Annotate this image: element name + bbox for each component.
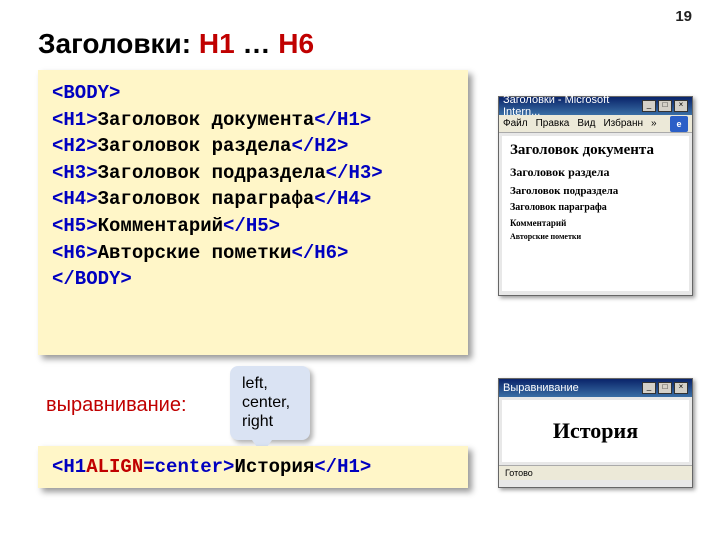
rendered-h5: Комментарий bbox=[510, 218, 681, 228]
maximize-icon[interactable]: □ bbox=[658, 100, 672, 112]
menu-more[interactable]: » bbox=[651, 118, 657, 129]
rendered-centered-h1: История bbox=[553, 418, 638, 444]
page-number: 19 bbox=[675, 8, 692, 25]
browser1-content: Заголовок документа Заголовок раздела За… bbox=[502, 136, 689, 291]
browser-preview-align: Выравнивание _ □ × История Готово bbox=[498, 378, 693, 488]
align-close: </H1> bbox=[314, 454, 371, 481]
menu-view[interactable]: Вид bbox=[577, 118, 595, 129]
align-text: История bbox=[234, 454, 314, 481]
align-open: <H1 bbox=[52, 454, 86, 481]
browser-preview-headings: Заголовки - Microsoft Intern... _ □ × Фа… bbox=[498, 96, 693, 296]
minimize-icon[interactable]: _ bbox=[642, 382, 656, 394]
text-h3: Заголовок подраздела bbox=[98, 162, 326, 184]
tag-h2-open: <H2> bbox=[52, 135, 98, 157]
tag-h4-close: </H4> bbox=[314, 188, 371, 210]
align-code-block: <H1 ALIGN=center>История</H1> bbox=[38, 446, 468, 488]
tag-h6-open: <H6> bbox=[52, 242, 98, 264]
title-h6: H6 bbox=[278, 28, 314, 59]
align-attr: ALIGN bbox=[86, 454, 143, 481]
tag-h1-open: <H1> bbox=[52, 109, 98, 131]
rendered-h1: Заголовок документа bbox=[510, 142, 681, 159]
title-mid: … bbox=[235, 28, 279, 59]
tag-body-close: </BODY> bbox=[52, 268, 132, 290]
tag-body-open: <BODY> bbox=[52, 82, 120, 104]
title-prefix: Заголовки: bbox=[38, 28, 199, 59]
slide-title: Заголовки: H1 … H6 bbox=[38, 28, 314, 60]
text-h1: Заголовок документа bbox=[98, 109, 315, 131]
menu-edit[interactable]: Правка bbox=[536, 118, 570, 129]
main-code-block: <BODY> <H1>Заголовок документа</H1> <H2>… bbox=[38, 70, 468, 355]
rendered-h2: Заголовок раздела bbox=[510, 165, 681, 180]
align-label: выравнивание: bbox=[46, 394, 187, 417]
tag-h5-close: </H5> bbox=[223, 215, 280, 237]
minimize-icon[interactable]: _ bbox=[642, 100, 656, 112]
title-h1: H1 bbox=[199, 28, 235, 59]
tag-h3-open: <H3> bbox=[52, 162, 98, 184]
text-h6: Авторские пометки bbox=[98, 242, 292, 264]
maximize-icon[interactable]: □ bbox=[658, 382, 672, 394]
rendered-h3: Заголовок подраздела bbox=[510, 185, 681, 197]
browser2-titlebar: Выравнивание _ □ × bbox=[499, 379, 692, 397]
tag-h5-open: <H5> bbox=[52, 215, 98, 237]
browser2-status: Готово bbox=[499, 465, 692, 480]
browser1-title: Заголовки - Microsoft Intern... bbox=[503, 94, 642, 118]
browser2-content: История bbox=[502, 400, 689, 462]
close-icon[interactable]: × bbox=[674, 100, 688, 112]
menu-file[interactable]: Файл bbox=[503, 118, 528, 129]
menu-favorites[interactable]: Избранн bbox=[603, 118, 643, 129]
text-h4: Заголовок параграфа bbox=[98, 188, 315, 210]
tag-h2-close: </H2> bbox=[291, 135, 348, 157]
rendered-h4: Заголовок параграфа bbox=[510, 202, 681, 213]
browser1-titlebar: Заголовки - Microsoft Intern... _ □ × bbox=[499, 97, 692, 115]
close-icon[interactable]: × bbox=[674, 382, 688, 394]
browser2-title: Выравнивание bbox=[503, 382, 579, 394]
tag-h3-close: </H3> bbox=[326, 162, 383, 184]
align-callout: left, center, right bbox=[230, 366, 310, 440]
tag-h6-close: </H6> bbox=[291, 242, 348, 264]
tag-h4-open: <H4> bbox=[52, 188, 98, 210]
text-h5: Комментарий bbox=[98, 215, 223, 237]
align-rest: =center> bbox=[143, 454, 234, 481]
tag-h1-close: </H1> bbox=[314, 109, 371, 131]
text-h2: Заголовок раздела bbox=[98, 135, 292, 157]
rendered-h6: Авторские пометки bbox=[510, 232, 681, 241]
ie-icon: e bbox=[670, 116, 688, 132]
